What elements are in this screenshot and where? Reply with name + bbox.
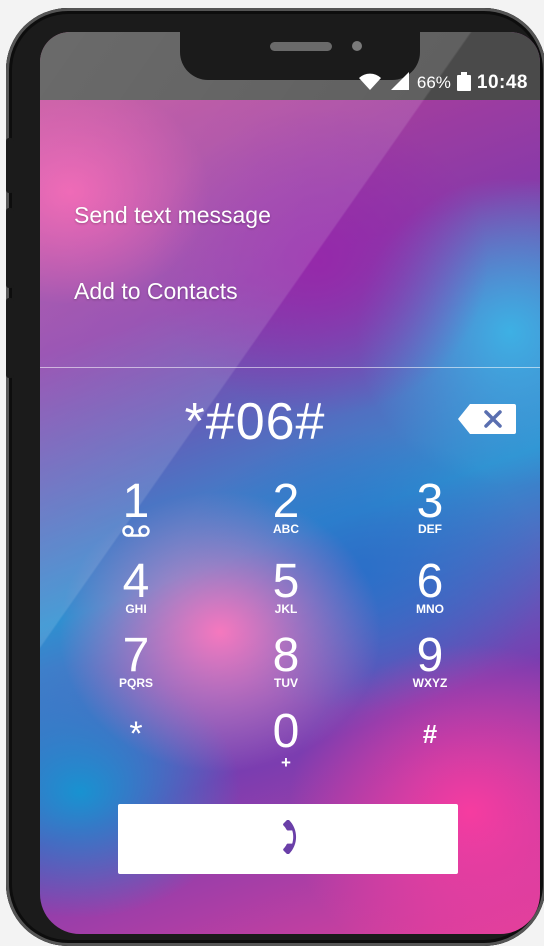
volume-down-button bbox=[6, 298, 14, 378]
dialed-number[interactable]: *#06# bbox=[40, 392, 470, 452]
key-digit: 5 bbox=[272, 555, 300, 608]
key-star[interactable]: * bbox=[66, 696, 206, 776]
key-digit: # bbox=[422, 719, 438, 749]
key-letters: MNO bbox=[416, 602, 444, 616]
key-8[interactable]: 8 TUV bbox=[216, 632, 356, 712]
key-2[interactable]: 2 ABC bbox=[216, 478, 356, 558]
battery-percent: 66% bbox=[416, 73, 451, 92]
signal-icon bbox=[389, 71, 411, 96]
key-digit: 1 bbox=[122, 475, 150, 528]
voicemail-icon bbox=[66, 524, 206, 542]
send-text-message-option[interactable]: Send text message bbox=[74, 202, 271, 229]
key-digit: 2 bbox=[272, 475, 300, 528]
front-camera bbox=[352, 41, 362, 51]
key-5[interactable]: 5 JKL bbox=[216, 558, 356, 638]
key-digit: 7 bbox=[122, 629, 150, 682]
status-time: 10:48 bbox=[476, 72, 528, 93]
phone-screen: 66% 10:48 Send text message Add to Conta… bbox=[40, 32, 540, 934]
key-letters: DEF bbox=[418, 522, 442, 536]
key-letters: ABC bbox=[273, 522, 299, 536]
key-letters: GHI bbox=[125, 602, 147, 616]
earpiece-speaker bbox=[270, 42, 332, 51]
key-letters: PQRS bbox=[118, 676, 153, 690]
key-4[interactable]: 4 GHI bbox=[66, 558, 206, 638]
key-digit: 9 bbox=[416, 629, 444, 682]
key-letters: JKL bbox=[274, 602, 298, 616]
side-button bbox=[6, 138, 14, 193]
backspace-icon[interactable] bbox=[458, 404, 516, 434]
key-digit: 3 bbox=[416, 475, 444, 528]
key-digit: 0 bbox=[272, 705, 300, 758]
add-to-contacts-option[interactable]: Add to Contacts bbox=[74, 278, 238, 305]
key-3[interactable]: 3 DEF bbox=[360, 478, 500, 558]
key-letters: + bbox=[281, 753, 291, 772]
key-6[interactable]: 6 MNO bbox=[360, 558, 500, 638]
call-button[interactable] bbox=[118, 804, 458, 874]
key-letters: WXYZ bbox=[412, 676, 448, 690]
key-digit: 6 bbox=[416, 555, 444, 608]
status-indicators: 66% 10:48 bbox=[357, 71, 528, 96]
phone-frame: 66% 10:48 Send text message Add to Conta… bbox=[6, 8, 544, 946]
wifi-icon bbox=[357, 71, 383, 96]
divider bbox=[40, 367, 540, 368]
key-1[interactable]: 1 bbox=[66, 478, 206, 558]
key-0[interactable]: 0 + bbox=[216, 708, 356, 788]
key-letters: TUV bbox=[274, 676, 298, 690]
key-hash[interactable]: # bbox=[360, 696, 500, 776]
key-digit: * bbox=[129, 715, 143, 753]
volume-up-button bbox=[6, 208, 14, 288]
key-digit: 8 bbox=[272, 629, 300, 682]
battery-icon bbox=[456, 72, 471, 91]
key-digit: 4 bbox=[122, 555, 150, 608]
phone-icon bbox=[271, 819, 305, 859]
